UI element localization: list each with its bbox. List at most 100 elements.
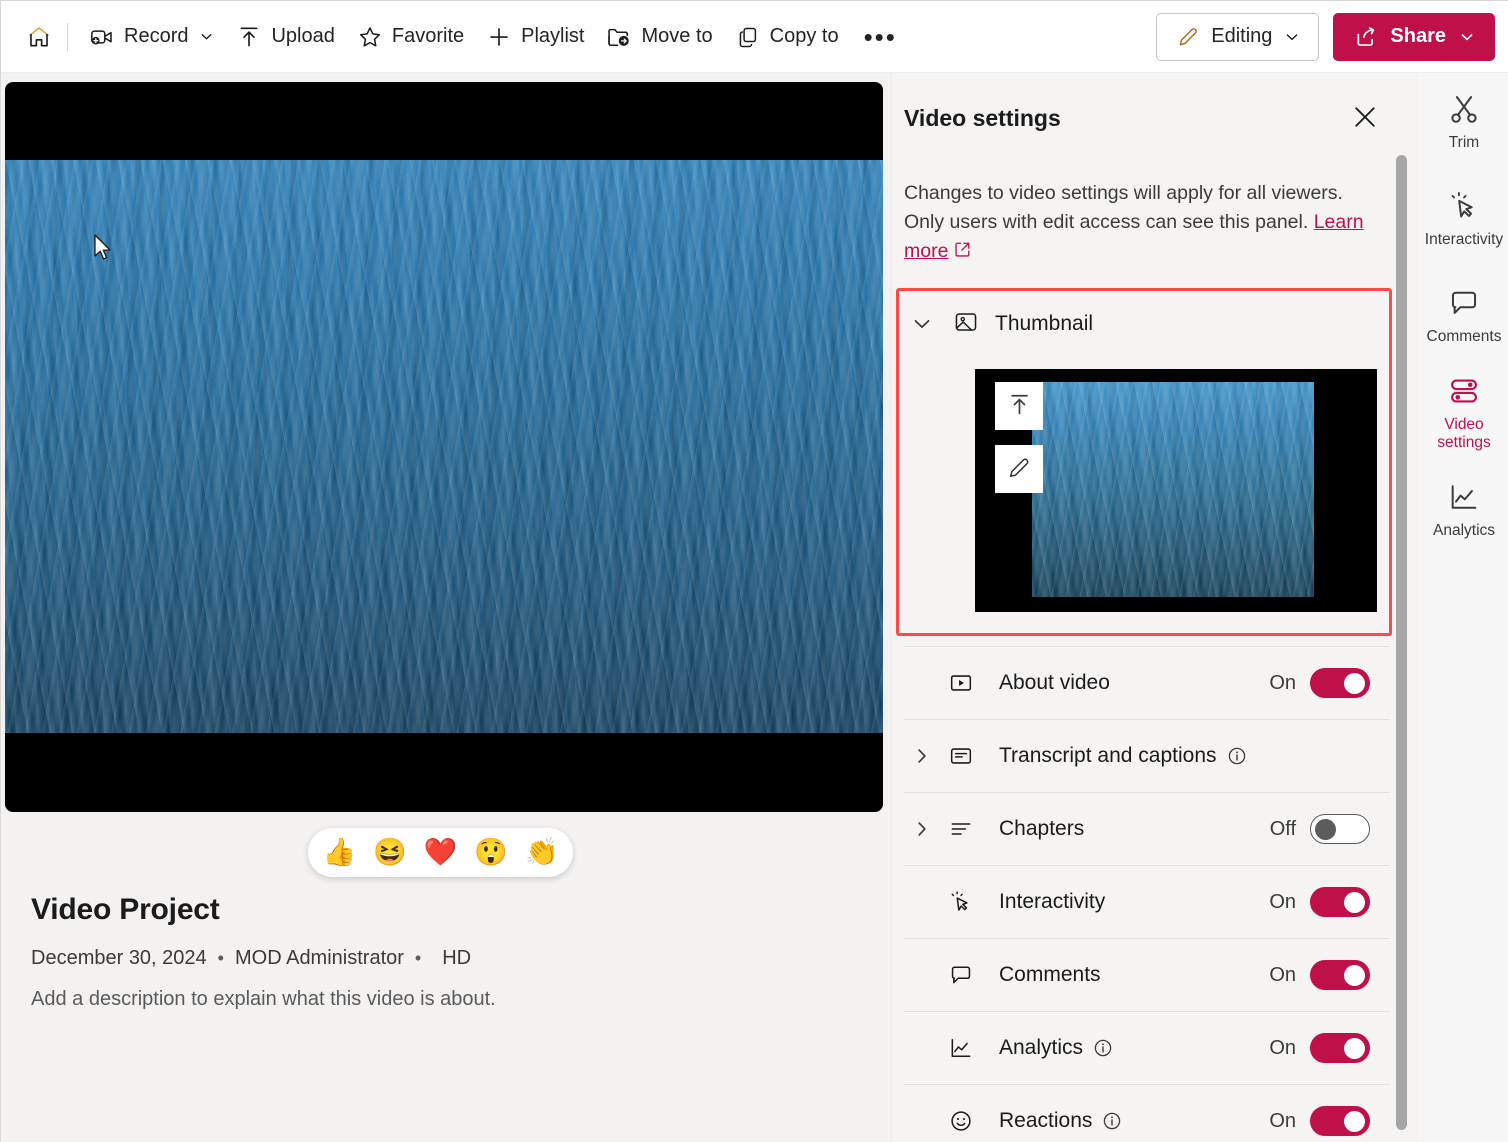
chevron-down-icon	[1284, 29, 1300, 45]
rail-label-analytics: Analytics	[1430, 522, 1498, 540]
toolbar-divider	[67, 23, 68, 51]
scissors-icon	[1447, 91, 1481, 127]
setting-label-analytics: Analytics	[999, 1036, 1113, 1060]
pencil-icon	[1175, 24, 1201, 50]
favorite-label: Favorite	[392, 25, 464, 48]
info-icon[interactable]	[1102, 1111, 1122, 1131]
panel-scrollbar-track[interactable]	[1396, 155, 1407, 1130]
editing-label: Editing	[1211, 25, 1272, 48]
rail-item-analytics[interactable]: Analytics	[1419, 461, 1508, 558]
transcript-icon	[948, 743, 992, 769]
setting-row-analytics[interactable]: Analytics On	[904, 1011, 1389, 1084]
setting-label-chapters: Chapters	[999, 817, 1084, 841]
video-date: December 30, 2024	[31, 947, 207, 970]
setting-label-reactions: Reactions	[999, 1109, 1122, 1133]
analytics-state: On	[1269, 1037, 1296, 1060]
upload-thumbnail-button[interactable]	[995, 382, 1043, 430]
panel-scrollbar-thumb[interactable]	[1396, 155, 1407, 1130]
reactions-toggle[interactable]	[1310, 1106, 1370, 1136]
setting-row-transcript-captions[interactable]: Transcript and captions	[904, 719, 1389, 792]
star-icon	[357, 24, 383, 50]
record-button[interactable]: Record	[78, 15, 225, 59]
comments-state: On	[1269, 964, 1296, 987]
surprised-reaction[interactable]: 😲	[474, 839, 508, 866]
heart-reaction[interactable]: ❤️	[424, 839, 458, 866]
rail-item-interactivity[interactable]: Interactivity	[1419, 170, 1508, 267]
external-link-icon	[953, 239, 972, 268]
video-settings-panel: Video settings Changes to video settings…	[891, 73, 1419, 1142]
video-play-icon	[948, 670, 992, 696]
setting-row-interactivity[interactable]: Interactivity On	[904, 865, 1389, 938]
toggle-knob	[1344, 965, 1365, 986]
setting-control-comments: On	[1269, 960, 1389, 990]
comments-text: Comments	[999, 963, 1101, 987]
chapters-toggle[interactable]	[1310, 814, 1370, 844]
settings-list: About video On T	[904, 646, 1389, 1142]
plus-icon	[486, 24, 512, 50]
interactivity-text: Interactivity	[999, 890, 1105, 914]
thumbnail-section: Thumbnail	[896, 288, 1392, 636]
thumbnail-header[interactable]: Thumbnail	[907, 305, 1093, 343]
toggle-knob	[1315, 819, 1336, 840]
rail-item-comments[interactable]: Comments	[1419, 267, 1508, 364]
setting-row-comments[interactable]: Comments On	[904, 938, 1389, 1011]
reactions-text: Reactions	[999, 1109, 1092, 1133]
upload-button[interactable]: Upload	[225, 15, 345, 59]
panel-description-text: Changes to video settings will apply for…	[904, 182, 1343, 233]
video-description-placeholder[interactable]: Add a description to explain what this v…	[31, 988, 851, 1011]
list-icon	[948, 816, 992, 842]
rail-label-comments: Comments	[1424, 328, 1505, 346]
upload-arrow-icon	[236, 24, 262, 50]
chevron-down-icon[interactable]	[907, 309, 937, 339]
video-meta-line: December 30, 2024 • MOD Administrator • …	[31, 947, 851, 970]
applause-reaction[interactable]: 👏	[525, 839, 559, 866]
laugh-reaction[interactable]: 😆	[373, 839, 407, 866]
chevron-right-icon[interactable]	[904, 745, 940, 767]
favorite-button[interactable]: Favorite	[346, 15, 475, 59]
setting-row-reactions[interactable]: Reactions On	[904, 1084, 1389, 1142]
close-panel-button[interactable]	[1344, 97, 1386, 139]
info-icon[interactable]	[1227, 746, 1247, 766]
thumbs-up-reaction[interactable]: 👍	[322, 839, 356, 866]
about-video-toggle[interactable]	[1310, 668, 1370, 698]
setting-row-about-video[interactable]: About video On	[904, 646, 1389, 719]
toggle-knob	[1344, 673, 1365, 694]
record-label: Record	[124, 25, 188, 48]
chevron-right-icon[interactable]	[904, 818, 940, 840]
rail-item-video-settings[interactable]: Video settings	[1419, 364, 1508, 461]
move-to-button[interactable]: Move to	[595, 15, 723, 59]
image-icon	[953, 309, 979, 340]
chevron-down-icon	[1459, 29, 1475, 45]
setting-row-chapters[interactable]: Chapters Off	[904, 792, 1389, 865]
playlist-label: Playlist	[521, 25, 584, 48]
video-quality-badge: HD	[442, 947, 471, 970]
about-video-text: About video	[999, 671, 1110, 695]
smiley-icon	[948, 1108, 992, 1134]
panel-description: Changes to video settings will apply for…	[904, 179, 1366, 268]
upload-arrow-icon	[1006, 391, 1033, 421]
meta-separator: •	[415, 948, 421, 969]
page-title: Video Project	[31, 893, 851, 927]
edit-thumbnail-button[interactable]	[995, 445, 1043, 493]
rail-item-trim[interactable]: Trim	[1419, 73, 1508, 170]
share-button[interactable]: Share	[1333, 13, 1495, 61]
video-player[interactable]	[5, 82, 883, 812]
home-button[interactable]	[17, 15, 61, 59]
copy-to-button[interactable]: Copy to	[724, 15, 850, 59]
more-options-button[interactable]: •••	[850, 15, 911, 59]
setting-label-comments: Comments	[999, 963, 1101, 987]
toggle-knob	[1344, 1038, 1365, 1059]
comments-toggle[interactable]	[1310, 960, 1370, 990]
command-toolbar: Record Upload Favorite	[1, 1, 1508, 73]
thumbnail-preview	[975, 369, 1377, 612]
close-icon	[1350, 102, 1380, 135]
thumbnail-label: Thumbnail	[995, 312, 1093, 336]
about-video-state: On	[1269, 672, 1296, 695]
folder-arrow-icon	[606, 24, 632, 50]
interactivity-toggle[interactable]	[1310, 887, 1370, 917]
editing-mode-button[interactable]: Editing	[1156, 13, 1319, 61]
playlist-button[interactable]: Playlist	[475, 15, 595, 59]
meta-separator: •	[218, 948, 224, 969]
analytics-toggle[interactable]	[1310, 1033, 1370, 1063]
info-icon[interactable]	[1093, 1038, 1113, 1058]
